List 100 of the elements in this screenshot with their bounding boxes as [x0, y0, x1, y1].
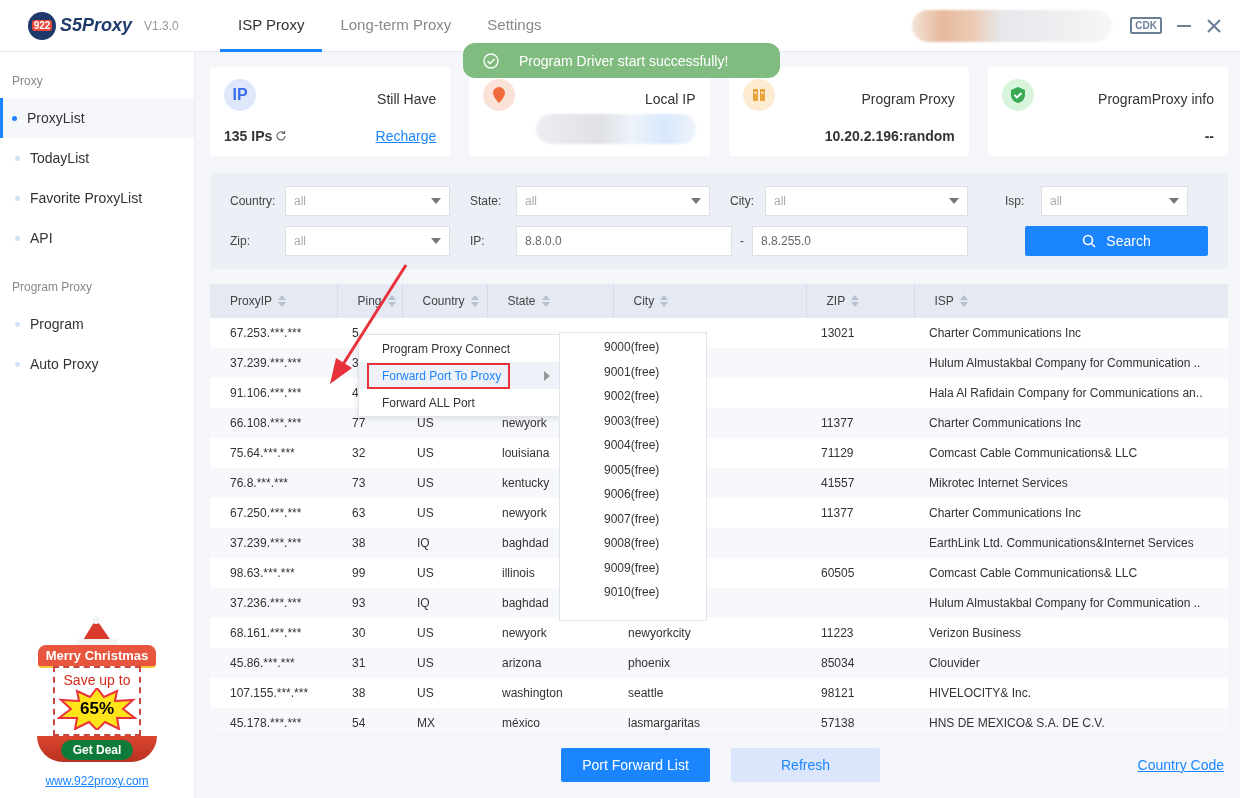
section-title: Proxy	[11, 73, 44, 90]
table-cell: Hala Al Rafidain Company for Communications an..	[929, 386, 1203, 400]
ip-input-field[interactable]: 8.8.0.0	[516, 226, 732, 256]
port-menu-item[interactable]: 9002(free)	[560, 384, 706, 409]
version-label: V1.3.0	[144, 18, 179, 33]
table-cell: Hulum Almustakbal Company for Communication ..	[929, 356, 1201, 370]
table-cell: louisiana	[502, 446, 550, 460]
table-cell: newyork	[502, 506, 547, 520]
table-cell: 38	[352, 686, 366, 700]
port-menu-item[interactable]: 9006(free)	[560, 482, 706, 507]
caret-down-icon[interactable]	[431, 198, 441, 204]
card-title: ProgramProxy info	[1098, 91, 1214, 107]
search-button[interactable]: Search	[1025, 226, 1208, 256]
table-cell: baghdad	[502, 596, 549, 610]
promo-banner[interactable]: Merry Christmas Save up to 65% Get Deal	[32, 615, 162, 762]
port-menu-item[interactable]: 9000(free)	[560, 335, 706, 360]
card-value: 10.20.2.196:random	[824, 128, 955, 144]
column-header[interactable]: ProxyIP	[230, 294, 272, 308]
table-cell: Mikrotec Internet Services	[929, 476, 1068, 490]
sidebar-item[interactable]: Auto Proxy	[0, 344, 194, 384]
field-label: City:	[730, 194, 755, 208]
cdk-button[interactable]: CDK	[1130, 17, 1162, 34]
table-cell: 76.8.***.***	[230, 476, 289, 490]
table-cell: 37.236.***.***	[230, 596, 302, 610]
range-separator: -	[739, 234, 745, 248]
tab[interactable]: Long-term Proxy	[322, 0, 470, 52]
card-value: 135 IPs	[224, 128, 273, 144]
table-cell: HNS DE MEXICO& S.A. DE C.V.	[929, 716, 1105, 730]
sidebar-item[interactable]: TodayList	[0, 138, 194, 178]
table-cell: Clouvider	[929, 656, 980, 670]
port-menu-item[interactable]: 9001(free)	[560, 359, 706, 384]
port-forward-list-button[interactable]: Port Forward List	[561, 748, 710, 782]
table-cell: 45.178.***.***	[230, 716, 302, 730]
sidebar-item[interactable]: ProxyList	[0, 98, 194, 138]
card-title: Still Have	[377, 91, 437, 107]
ip-badge-icon: IP	[224, 79, 256, 111]
recharge-link[interactable]: Recharge	[375, 128, 437, 144]
close-icon[interactable]	[1206, 17, 1222, 34]
caret-down-icon[interactable]	[949, 198, 959, 204]
port-menu-item[interactable]: 9004(free)	[560, 433, 706, 458]
ip-input-field[interactable]: 8.8.255.0	[752, 226, 968, 256]
tab[interactable]: Settings	[469, 0, 560, 52]
shield-check-icon	[1001, 79, 1034, 111]
server-icon	[742, 79, 775, 111]
column-header[interactable]: ISP	[934, 294, 954, 308]
table-cell: 38	[352, 536, 366, 550]
card-title: Program Proxy	[861, 91, 955, 107]
card-value: --	[1204, 128, 1214, 144]
table-cell: IQ	[417, 536, 430, 550]
table-cell: Verizon Business	[929, 626, 1022, 640]
website-link[interactable]: www.922proxy.com	[45, 774, 149, 788]
table-cell: US	[417, 566, 434, 580]
port-menu-item[interactable]: 9003(free)	[560, 408, 706, 433]
table-cell: 60505	[821, 566, 855, 580]
table-cell: seattle	[628, 686, 664, 700]
table-cell: US	[417, 446, 434, 460]
port-menu-item[interactable]: 9007(free)	[560, 506, 706, 531]
column-header[interactable]: State	[507, 294, 536, 308]
table-cell: 85034	[821, 656, 855, 670]
promo-ribbon: Merry Christmas	[37, 645, 157, 668]
table-cell: méxico	[502, 716, 540, 730]
caret-down-icon[interactable]	[691, 198, 701, 204]
table-cell: 98.63.***.***	[230, 566, 295, 580]
menu-item[interactable]: Forward ALL Port	[359, 389, 560, 416]
table-cell: newyorkcity	[628, 626, 691, 640]
field-label: IP:	[470, 234, 486, 248]
caret-down-icon[interactable]	[431, 238, 441, 244]
port-menu-item[interactable]: 9008(free)	[560, 531, 706, 556]
table-cell: 91.106.***.***	[230, 386, 302, 400]
port-menu-item[interactable]: 9009(free)	[560, 555, 706, 580]
refresh-icon[interactable]	[275, 130, 288, 142]
port-menu-item[interactable]: 9005(free)	[560, 457, 706, 482]
table-cell: newyork	[502, 416, 547, 430]
table-cell: 31	[352, 656, 366, 670]
port-menu-item[interactable]: 9010(free)	[560, 580, 706, 605]
field-label: Zip:	[230, 234, 251, 248]
table-cell: US	[417, 656, 434, 670]
table-cell: 54	[352, 716, 366, 730]
caret-down-icon[interactable]	[1169, 198, 1179, 204]
table-cell: 4	[352, 386, 359, 400]
table-cell: US	[417, 506, 434, 520]
table-cell: phoenix	[628, 656, 671, 670]
table-cell: 37.239.***.***	[230, 356, 302, 370]
table-cell: 30	[352, 626, 366, 640]
table-cell: 75.64.***.***	[230, 446, 295, 460]
menu-item[interactable]: Program Proxy Connect	[359, 335, 560, 362]
column-header[interactable]: City	[633, 294, 655, 308]
table-cell: 67.250.***.***	[230, 506, 302, 520]
sidebar-item[interactable]: Program	[0, 304, 194, 344]
sidebar-item[interactable]: API	[0, 218, 194, 258]
table-cell: 11223	[821, 626, 854, 640]
table-cell: 66.108.***.***	[230, 416, 302, 430]
sidebar-item[interactable]: Favorite ProxyList	[0, 178, 194, 218]
get-deal-button[interactable]: Get Deal	[60, 740, 134, 760]
table-cell: 77	[352, 416, 366, 430]
table-cell: 93	[352, 596, 366, 610]
column-header[interactable]: ZIP	[826, 294, 846, 308]
table-cell: 71129	[821, 446, 854, 460]
table-cell: 3	[352, 356, 359, 370]
table-cell: 41557	[821, 476, 855, 490]
